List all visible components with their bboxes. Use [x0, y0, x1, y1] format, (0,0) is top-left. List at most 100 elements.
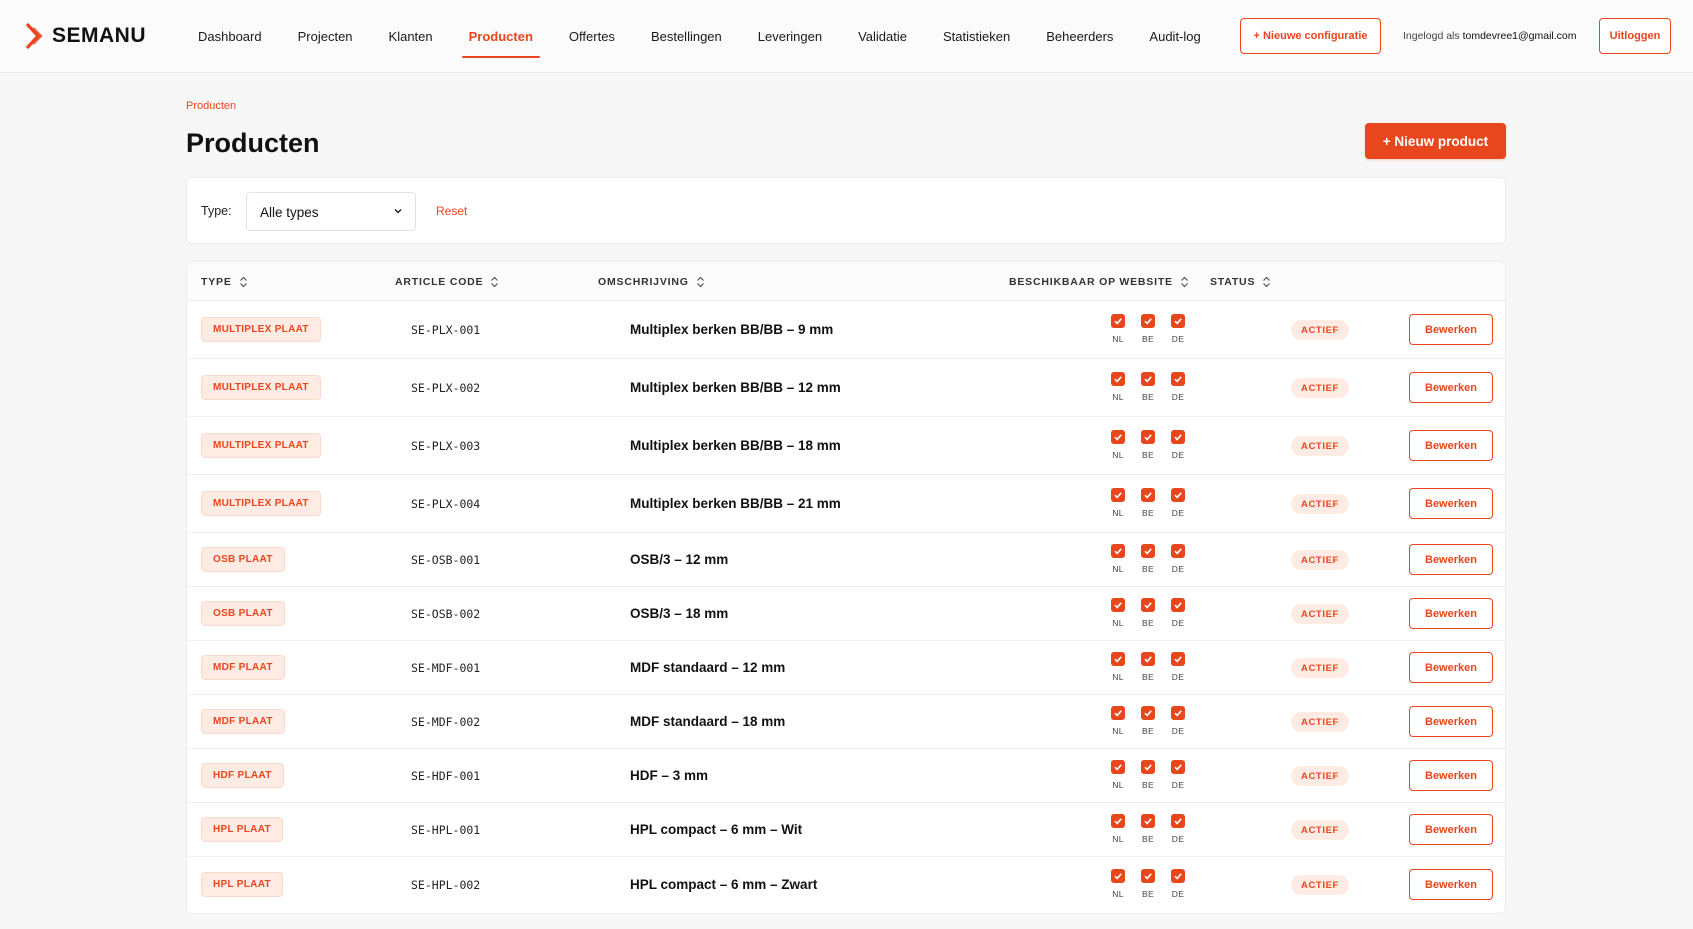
website-availability-checkbox[interactable]: [1141, 488, 1155, 502]
column-header-label: BESCHIKBAAR OP WEBSITE: [1009, 276, 1173, 288]
website-availability-checkbox[interactable]: [1141, 814, 1155, 828]
article-code: SE-PLX-001: [411, 323, 481, 337]
website-availability-checkbox[interactable]: [1111, 652, 1125, 666]
availability-nl: NL: [1110, 706, 1126, 736]
website-availability-checkbox[interactable]: [1171, 760, 1185, 774]
nav-item-audit-log[interactable]: Audit-log: [1131, 0, 1218, 73]
website-availability-checkbox[interactable]: [1111, 760, 1125, 774]
website-availability-checkbox[interactable]: [1141, 598, 1155, 612]
website-availability-checkbox[interactable]: [1141, 544, 1155, 558]
column-header-type[interactable]: TYPE: [201, 276, 248, 288]
website-availability-checkbox[interactable]: [1111, 430, 1125, 444]
website-availability-checkbox[interactable]: [1111, 314, 1125, 328]
website-availability-checkbox[interactable]: [1141, 430, 1155, 444]
checkmark-icon: [1144, 818, 1152, 825]
nav-item-bestellingen[interactable]: Bestellingen: [633, 0, 740, 73]
column-header-status[interactable]: STATUS: [1210, 276, 1271, 288]
edit-button[interactable]: Bewerken: [1409, 314, 1493, 345]
edit-button[interactable]: Bewerken: [1409, 814, 1493, 845]
logo-chevron-icon: [25, 23, 43, 49]
country-label: NL: [1112, 564, 1124, 574]
website-availability-checkbox[interactable]: [1111, 372, 1125, 386]
column-header-beschikbaar-op-website[interactable]: BESCHIKBAAR OP WEBSITE: [1009, 276, 1189, 288]
website-availability-checkbox[interactable]: [1171, 430, 1185, 444]
website-availability-checkbox[interactable]: [1171, 706, 1185, 720]
website-availability-checkbox[interactable]: [1141, 652, 1155, 666]
checkmark-icon: [1174, 818, 1182, 825]
nav-item-validatie[interactable]: Validatie: [840, 0, 925, 73]
column-header-omschrijving[interactable]: OMSCHRIJVING: [598, 276, 705, 288]
availability-be: BE: [1140, 814, 1156, 844]
new-configuration-button[interactable]: + Nieuwe configuratie: [1240, 18, 1381, 54]
edit-button[interactable]: Bewerken: [1409, 760, 1493, 791]
edit-button[interactable]: Bewerken: [1409, 544, 1493, 575]
website-availability-checkbox[interactable]: [1141, 314, 1155, 328]
breadcrumb[interactable]: Producten: [186, 100, 236, 112]
edit-button[interactable]: Bewerken: [1409, 488, 1493, 519]
nav-item-offertes[interactable]: Offertes: [551, 0, 633, 73]
type-filter-select[interactable]: Alle types: [246, 192, 416, 231]
new-product-button[interactable]: + Nieuw product: [1365, 123, 1506, 159]
edit-button[interactable]: Bewerken: [1409, 598, 1493, 629]
edit-button[interactable]: Bewerken: [1409, 706, 1493, 737]
reset-filter-link[interactable]: Reset: [436, 204, 467, 218]
website-availability-checkbox[interactable]: [1111, 814, 1125, 828]
type-badge: MDF PLAAT: [201, 709, 285, 734]
website-availability-checkbox[interactable]: [1111, 488, 1125, 502]
nav-item-projecten[interactable]: Projecten: [280, 0, 371, 73]
sort-icon: [239, 276, 247, 288]
country-label: BE: [1142, 564, 1154, 574]
website-availability-checkbox[interactable]: [1171, 652, 1185, 666]
availability-nl: NL: [1110, 372, 1126, 402]
website-availability-checkbox[interactable]: [1171, 544, 1185, 558]
product-description: Multiplex berken BB/BB – 18 mm: [630, 438, 841, 453]
website-availability-checkbox[interactable]: [1171, 372, 1185, 386]
table-row: OSB PLAAT SE-OSB-002 OSB/3 – 18 mm NL BE DE AC…: [187, 587, 1505, 641]
website-availability-checkbox[interactable]: [1111, 706, 1125, 720]
website-availability-checkbox[interactable]: [1141, 760, 1155, 774]
nav-item-beheerders[interactable]: Beheerders: [1028, 0, 1131, 73]
website-availability-checkbox[interactable]: [1171, 869, 1185, 883]
type-badge: MDF PLAAT: [201, 655, 285, 680]
checkmark-icon: [1144, 492, 1152, 499]
website-availability-checkbox[interactable]: [1171, 488, 1185, 502]
checkmark-icon: [1114, 818, 1122, 825]
nav-item-statistieken[interactable]: Statistieken: [925, 0, 1028, 73]
website-availability-checkbox[interactable]: [1111, 598, 1125, 612]
products-table: TYPE ARTICLE CODE OMSCHRIJVING BESCHIKBAAR …: [186, 261, 1506, 914]
type-badge: HDF PLAAT: [201, 763, 284, 788]
product-description: Multiplex berken BB/BB – 21 mm: [630, 496, 841, 511]
checkmark-icon: [1114, 318, 1122, 325]
website-availability-checkbox[interactable]: [1111, 869, 1125, 883]
website-availability-checkbox[interactable]: [1141, 372, 1155, 386]
edit-button[interactable]: Bewerken: [1409, 430, 1493, 461]
availability-nl: NL: [1110, 314, 1126, 344]
nav-item-leveringen[interactable]: Leveringen: [740, 0, 840, 73]
website-availability-checkbox[interactable]: [1171, 314, 1185, 328]
checkmark-icon: [1114, 492, 1122, 499]
nav-item-klanten[interactable]: Klanten: [371, 0, 451, 73]
website-availability-checkbox[interactable]: [1171, 598, 1185, 612]
availability-de: DE: [1170, 869, 1186, 899]
sort-icon: [1263, 276, 1271, 288]
website-availability-checkbox[interactable]: [1171, 814, 1185, 828]
type-badge: MULTIPLEX PLAAT: [201, 317, 321, 342]
checkmark-icon: [1144, 318, 1152, 325]
column-header-article-code[interactable]: ARTICLE CODE: [395, 276, 499, 288]
article-code: SE-PLX-003: [411, 439, 481, 453]
nav-item-dashboard[interactable]: Dashboard: [180, 0, 280, 73]
edit-button[interactable]: Bewerken: [1409, 652, 1493, 683]
edit-button[interactable]: Bewerken: [1409, 372, 1493, 403]
nav-item-producten[interactable]: Producten: [451, 0, 551, 73]
country-label: BE: [1142, 726, 1154, 736]
checkmark-icon: [1174, 492, 1182, 499]
status-badge: ACTIEF: [1291, 604, 1349, 624]
website-availability-checkbox[interactable]: [1141, 706, 1155, 720]
availability-de: DE: [1170, 544, 1186, 574]
website-availability-checkbox[interactable]: [1141, 869, 1155, 883]
brand-logo[interactable]: SEMANU: [25, 22, 146, 50]
logout-button[interactable]: Uitloggen: [1599, 18, 1671, 54]
website-availability-checkbox[interactable]: [1111, 544, 1125, 558]
edit-button[interactable]: Bewerken: [1409, 869, 1493, 900]
checkmark-icon: [1144, 602, 1152, 609]
